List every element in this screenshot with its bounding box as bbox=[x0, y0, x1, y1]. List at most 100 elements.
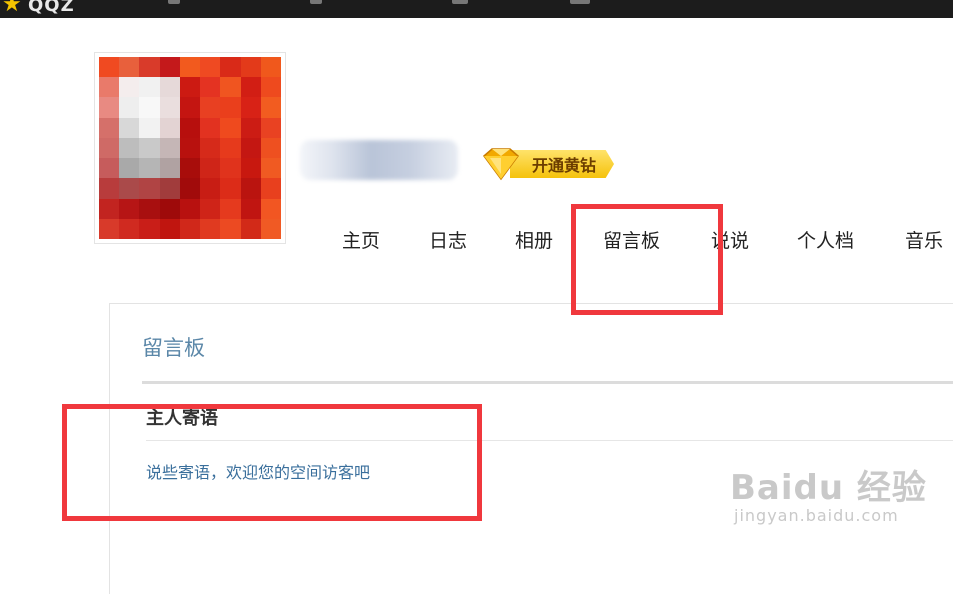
avatar-pixel bbox=[119, 117, 140, 138]
toolbar-icon[interactable] bbox=[168, 0, 180, 4]
avatar-pixel bbox=[240, 158, 261, 179]
watermark-brand: Baidu 经验 bbox=[730, 468, 927, 508]
avatar-pixel bbox=[99, 57, 120, 78]
annotation-box-nav bbox=[571, 204, 723, 315]
avatar-pixel bbox=[240, 178, 261, 199]
avatar-pixel bbox=[220, 57, 241, 78]
avatar-pixel bbox=[119, 97, 140, 118]
avatar-pixel bbox=[220, 178, 241, 199]
toolbar-icon[interactable] bbox=[310, 0, 322, 4]
avatar-pixel bbox=[159, 158, 180, 179]
avatar-pixel bbox=[200, 158, 221, 179]
avatar-pixel bbox=[99, 218, 120, 239]
avatar-pixel bbox=[220, 198, 241, 219]
avatar-pixel bbox=[139, 218, 160, 239]
avatar-pixel bbox=[139, 77, 160, 98]
avatar-pixel bbox=[119, 198, 140, 219]
avatar-pixel bbox=[200, 137, 221, 159]
avatar-pixel bbox=[159, 178, 180, 199]
avatar-pixel bbox=[159, 57, 180, 78]
avatar-pixel bbox=[99, 158, 120, 179]
avatar-pixel bbox=[159, 218, 180, 239]
avatar-pixel bbox=[260, 178, 281, 199]
avatar-pixel bbox=[260, 158, 281, 179]
avatar-pixel bbox=[240, 117, 261, 138]
avatar-pixel bbox=[159, 137, 180, 159]
avatar-pixel bbox=[220, 218, 241, 239]
avatar-pixel bbox=[260, 218, 281, 239]
avatar-pixel bbox=[260, 57, 281, 78]
avatar-pixel bbox=[200, 198, 221, 219]
nav-item-album[interactable]: 相册 bbox=[515, 226, 553, 253]
avatar-pixel bbox=[240, 218, 261, 239]
avatar-pixel bbox=[139, 97, 160, 118]
site-logo[interactable]: QQZ bbox=[28, 0, 75, 16]
avatar-pixel bbox=[139, 117, 160, 138]
avatar-pixel bbox=[179, 178, 201, 199]
avatar-pixel bbox=[260, 117, 281, 138]
divider bbox=[142, 381, 953, 384]
avatar-pixel bbox=[260, 97, 281, 118]
avatar-pixel bbox=[200, 97, 221, 118]
vip-badge-button[interactable]: 开通黄钻 bbox=[476, 146, 615, 182]
avatar-pixel bbox=[159, 77, 180, 98]
avatar-pixel bbox=[240, 77, 261, 98]
avatar-pixel bbox=[119, 158, 140, 179]
diamond-icon bbox=[482, 148, 520, 181]
avatar-pixel bbox=[179, 57, 201, 78]
avatar-pixel bbox=[179, 198, 201, 219]
avatar-pixel bbox=[99, 198, 120, 219]
avatar-pixel bbox=[119, 77, 140, 98]
avatar-pixel bbox=[99, 178, 120, 199]
avatar-pixel bbox=[200, 77, 221, 98]
avatar-pixel bbox=[179, 158, 201, 179]
avatar-pixel bbox=[159, 198, 180, 219]
avatar-pixel bbox=[240, 97, 261, 118]
watermark-url: jingyan.baidu.com bbox=[734, 506, 899, 525]
avatar-pixel bbox=[139, 198, 160, 219]
avatar-pixel bbox=[159, 97, 180, 118]
avatar-pixel bbox=[159, 117, 180, 138]
avatar-pixel bbox=[260, 137, 281, 159]
avatar-pixel bbox=[260, 77, 281, 98]
avatar-pixel bbox=[200, 178, 221, 199]
avatar-pixel bbox=[220, 97, 241, 118]
avatar-pixel bbox=[220, 117, 241, 138]
avatar-pixel bbox=[240, 198, 261, 219]
nav-item-blog[interactable]: 日志 bbox=[429, 226, 467, 253]
avatar-pixel bbox=[200, 117, 221, 138]
star-icon: ★ bbox=[2, 0, 22, 17]
avatar-pixel bbox=[220, 158, 241, 179]
toolbar-icon[interactable] bbox=[570, 0, 590, 4]
avatar-pixel bbox=[99, 97, 120, 118]
nav-item-profile[interactable]: 个人档 bbox=[797, 226, 854, 253]
avatar-pixel bbox=[240, 57, 261, 78]
avatar-pixel bbox=[220, 77, 241, 98]
avatar-pixel bbox=[119, 178, 140, 199]
avatar-pixel bbox=[260, 198, 281, 219]
annotation-box-message bbox=[62, 404, 482, 521]
avatar-pixel bbox=[200, 57, 221, 78]
avatar-pixel bbox=[240, 137, 261, 159]
avatar-pixel bbox=[179, 218, 201, 239]
avatar[interactable] bbox=[94, 52, 286, 244]
top-bar: ★ QQZ bbox=[0, 0, 953, 18]
avatar-pixel bbox=[139, 158, 160, 179]
avatar-pixel bbox=[119, 57, 140, 78]
avatar-image bbox=[99, 57, 281, 239]
toolbar-icon[interactable] bbox=[452, 0, 468, 4]
nav-item-music[interactable]: 音乐 bbox=[905, 226, 943, 253]
avatar-pixel bbox=[220, 137, 241, 159]
avatar-pixel bbox=[139, 137, 160, 159]
avatar-pixel bbox=[179, 77, 201, 98]
avatar-pixel bbox=[179, 97, 201, 118]
avatar-pixel bbox=[179, 117, 201, 138]
avatar-pixel bbox=[179, 137, 201, 159]
avatar-pixel bbox=[139, 178, 160, 199]
avatar-pixel bbox=[99, 117, 120, 138]
avatar-pixel bbox=[99, 137, 120, 159]
guestbook-title: 留言板 bbox=[142, 336, 205, 360]
nav-item-home[interactable]: 主页 bbox=[342, 226, 380, 253]
avatar-pixel bbox=[119, 137, 140, 159]
avatar-pixel bbox=[200, 218, 221, 239]
